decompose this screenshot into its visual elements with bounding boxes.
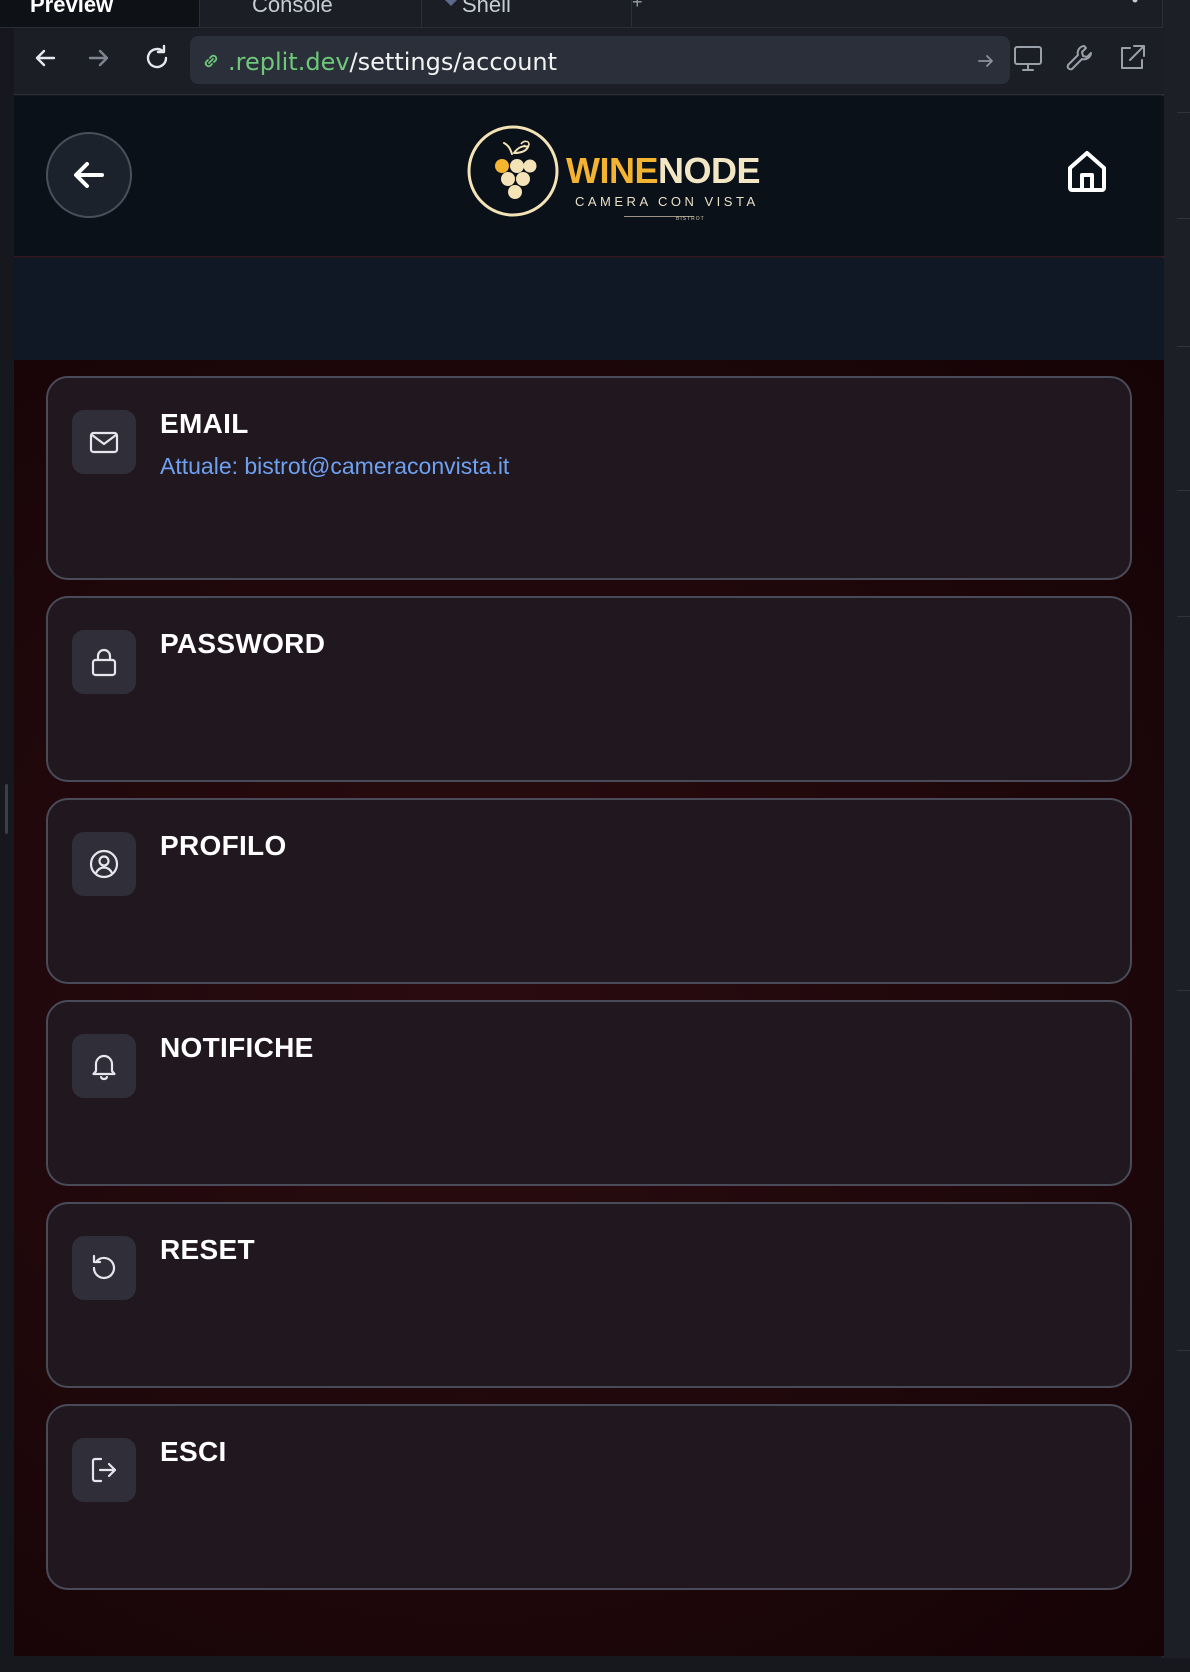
- logo-word-wine: WINE: [566, 150, 659, 191]
- back-nav-button[interactable]: [30, 43, 60, 73]
- header-spacer: [14, 258, 1164, 360]
- arrow-left-icon: [74, 162, 104, 188]
- tab-console-label: Console: [252, 0, 333, 17]
- url-text: .replit.dev/settings/account: [228, 48, 557, 76]
- arrow-left-icon: [35, 49, 56, 67]
- reset-card[interactable]: RESET: [46, 1202, 1132, 1388]
- logo-tiny-text: BISTROT: [676, 216, 705, 222]
- arrow-right-icon: [88, 49, 109, 67]
- wrench-icon[interactable]: [1064, 42, 1096, 74]
- resize-handle[interactable]: [5, 784, 8, 834]
- email-card[interactable]: EMAIL Attuale: bistrot@cameraconvista.it: [46, 376, 1132, 580]
- url-domain: .replit.dev: [228, 48, 350, 76]
- profile-title: PROFILO: [160, 830, 287, 861]
- tab-shell-label: Shell: [462, 0, 511, 17]
- profile-icon-tile: [72, 832, 136, 896]
- bottom-edge: [0, 1658, 1190, 1672]
- notifications-title: NOTIFICHE: [160, 1032, 314, 1063]
- logout-title: ESCI: [160, 1436, 227, 1467]
- shell-tab-icon: [445, 0, 457, 6]
- home-icon[interactable]: [1062, 146, 1112, 196]
- email-title: EMAIL: [160, 408, 249, 439]
- logo-wordmark: WINENODE: [566, 150, 761, 192]
- logout-icon-tile: [72, 1438, 136, 1502]
- user-circle-icon: [89, 849, 119, 879]
- mail-icon: [89, 431, 119, 454]
- reset-icon-tile: [72, 1236, 136, 1300]
- reload-button[interactable]: [142, 43, 172, 73]
- logout-card[interactable]: ESCI: [46, 1404, 1132, 1590]
- profile-card[interactable]: PROFILO: [46, 798, 1132, 984]
- logout-icon: [91, 1457, 117, 1483]
- preview-tab-icon: [12, 0, 26, 6]
- adjacent-panel-edge: [1162, 0, 1190, 1672]
- external-link-icon[interactable]: [1116, 42, 1148, 74]
- tab-preview-label: Preview: [30, 0, 114, 17]
- monitor-icon[interactable]: [1012, 42, 1044, 74]
- password-card[interactable]: PASSWORD: [46, 596, 1132, 782]
- url-path: /settings/account: [349, 48, 558, 76]
- left-panel-edge: [0, 28, 14, 1672]
- lock-icon: [91, 648, 117, 677]
- email-current-value: Attuale: bistrot@cameraconvista.it: [160, 453, 510, 479]
- console-tab-icon: [234, 0, 248, 6]
- reset-icon: [92, 1254, 116, 1280]
- ide-tab-bar: Preview Console Shell +: [0, 0, 1190, 28]
- settings-content: EMAIL Attuale: bistrot@cameraconvista.it…: [14, 360, 1164, 1656]
- forward-nav-button[interactable]: [84, 43, 114, 73]
- preview-browser-bar: .replit.dev/settings/account: [14, 28, 1164, 95]
- link-icon: [204, 54, 218, 68]
- tab-preview[interactable]: Preview: [0, 0, 200, 27]
- grape-logo-icon: [467, 125, 559, 217]
- notifications-card[interactable]: NOTIFICHE: [46, 1000, 1132, 1186]
- email-icon-tile: [72, 410, 136, 474]
- go-arrow-icon[interactable]: [974, 49, 998, 73]
- reload-icon: [146, 44, 168, 69]
- password-icon-tile: [72, 630, 136, 694]
- notifications-icon-tile: [72, 1034, 136, 1098]
- new-tab-icon[interactable]: +: [632, 0, 643, 13]
- winenode-logo: WINENODE CAMERA CON VISTA BISTROT: [466, 124, 761, 224]
- logo-word-node: NODE: [658, 150, 761, 191]
- logo-subtitle: CAMERA CON VISTA: [575, 194, 759, 209]
- reset-title: RESET: [160, 1234, 255, 1265]
- bell-icon: [92, 1054, 116, 1081]
- more-icon[interactable]: [1132, 0, 1138, 4]
- password-title: PASSWORD: [160, 628, 326, 659]
- app-header: WINENODE CAMERA CON VISTA BISTROT: [14, 96, 1164, 257]
- url-bar[interactable]: .replit.dev/settings/account: [190, 36, 1010, 84]
- back-button[interactable]: [46, 132, 132, 218]
- tab-console[interactable]: Console: [222, 0, 422, 27]
- tab-shell[interactable]: Shell: [432, 0, 632, 27]
